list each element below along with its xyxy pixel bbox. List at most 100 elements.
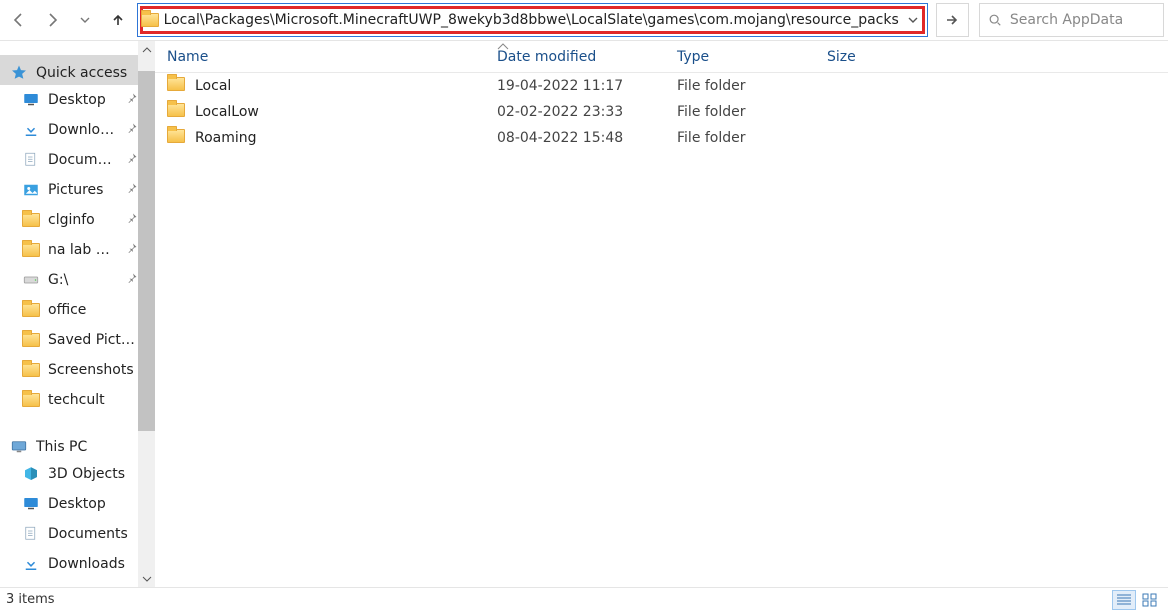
sidebar-item-label: Downloads <box>48 556 138 572</box>
sidebar-item-label: Documents <box>48 526 138 542</box>
view-large-icons-button[interactable] <box>1138 590 1162 610</box>
sidebar-item-label: Screenshots <box>48 362 138 378</box>
folder-icon <box>138 13 162 27</box>
desktop-icon <box>22 495 40 513</box>
sidebar-item[interactable]: office <box>0 295 138 325</box>
column-name[interactable]: Name <box>155 41 485 72</box>
file-date: 08-04-2022 15:48 <box>485 130 665 146</box>
search-icon <box>988 13 1002 27</box>
nav-scrollbar-thumb[interactable] <box>138 71 155 431</box>
folder-icon <box>22 391 40 409</box>
search-input[interactable]: Search AppData <box>979 3 1164 37</box>
folder-icon <box>167 129 185 147</box>
pin-icon <box>126 152 138 168</box>
sidebar-item[interactable]: techcult <box>0 385 138 415</box>
folder-icon <box>22 301 40 319</box>
recent-dropdown[interactable] <box>70 4 99 36</box>
sidebar-item[interactable]: Downloads <box>0 115 138 145</box>
address-bar[interactable]: Local\Packages\Microsoft.MinecraftUWP_8w… <box>137 3 928 37</box>
file-row[interactable]: Roaming08-04-2022 15:48File folder <box>155 125 1168 151</box>
sidebar-item[interactable]: clginfo <box>0 205 138 235</box>
sidebar-item[interactable]: Documents <box>0 519 138 549</box>
pin-icon <box>126 92 138 108</box>
sidebar-item[interactable]: Desktop <box>0 489 138 519</box>
up-button[interactable] <box>103 4 132 36</box>
sidebar-item-label: na lab exp <box>48 242 118 258</box>
back-button[interactable] <box>4 4 33 36</box>
nav-scroll-down[interactable] <box>138 570 155 587</box>
sidebar-item-label: Pictures <box>48 182 118 198</box>
status-bar: 3 items <box>0 587 1168 611</box>
column-size[interactable]: Size <box>815 41 935 72</box>
address-text: Local\Packages\Microsoft.MinecraftUWP_8w… <box>162 12 899 28</box>
pin-icon <box>126 212 138 228</box>
sidebar-item-label: 3D Objects <box>48 466 138 482</box>
this-pc-icon <box>10 438 28 456</box>
sidebar-item[interactable]: Documents <box>0 145 138 175</box>
documents-icon <box>22 151 40 169</box>
sidebar-item-label: Downloads <box>48 122 118 138</box>
file-date: 19-04-2022 11:17 <box>485 78 665 94</box>
file-type: File folder <box>665 104 815 120</box>
sidebar-item-label: Saved Pictures <box>48 332 138 348</box>
column-label: Date modified <box>497 49 596 65</box>
downloads-icon <box>22 121 40 139</box>
content-pane: Name Date modified Type Size Local19-04-… <box>155 41 1168 587</box>
navigation-pane: Quick access Desktop Downloads Documents Pi… <box>0 41 155 587</box>
file-type: File folder <box>665 130 815 146</box>
file-type: File folder <box>665 78 815 94</box>
folder-icon <box>22 361 40 379</box>
nav-scroll-up[interactable] <box>138 41 155 58</box>
quick-access-icon <box>10 64 28 82</box>
sidebar-item[interactable]: Saved Pictures <box>0 325 138 355</box>
view-details-button[interactable] <box>1112 590 1136 610</box>
drive-icon <box>22 271 40 289</box>
nav-quick-access[interactable]: Quick access <box>0 55 138 85</box>
sidebar-item[interactable]: Downloads <box>0 549 138 579</box>
column-label: Size <box>827 49 856 65</box>
pin-icon <box>126 272 138 288</box>
sidebar-item-label: office <box>48 302 138 318</box>
column-type[interactable]: Type <box>665 41 815 72</box>
sidebar-item[interactable]: 3D Objects <box>0 459 138 489</box>
file-name: LocalLow <box>195 104 259 120</box>
file-date: 02-02-2022 23:33 <box>485 104 665 120</box>
file-row[interactable]: Local19-04-2022 11:17File folder <box>155 73 1168 99</box>
column-date-modified[interactable]: Date modified <box>485 41 665 72</box>
address-history-dropdown[interactable] <box>899 14 927 26</box>
sort-indicator-icon <box>497 40 509 55</box>
folder-icon <box>22 211 40 229</box>
pictures-icon <box>22 181 40 199</box>
sidebar-item[interactable]: na lab exp <box>0 235 138 265</box>
sidebar-item[interactable]: Pictures <box>0 175 138 205</box>
pin-icon <box>126 182 138 198</box>
sidebar-item-label: G:\ <box>48 272 118 288</box>
folder-icon <box>22 331 40 349</box>
folder-icon <box>167 77 185 95</box>
sidebar-item[interactable]: G:\ <box>0 265 138 295</box>
file-row[interactable]: LocalLow 02-02-2022 23:33File folder <box>155 99 1168 125</box>
sidebar-item-label: Desktop <box>48 496 138 512</box>
column-label: Type <box>677 49 709 65</box>
forward-button[interactable] <box>37 4 66 36</box>
main: Quick access Desktop Downloads Documents Pi… <box>0 40 1168 587</box>
nav-this-pc[interactable]: This PC <box>0 429 138 459</box>
search-placeholder: Search AppData <box>1010 12 1123 28</box>
pin-icon <box>126 122 138 138</box>
sidebar-item-label: Documents <box>48 152 118 168</box>
objects3d-icon <box>22 465 40 483</box>
desktop-icon <box>22 91 40 109</box>
refresh-button[interactable] <box>936 3 969 37</box>
sidebar-item[interactable]: Screenshots <box>0 355 138 385</box>
sidebar-item[interactable]: Desktop <box>0 85 138 115</box>
column-label: Name <box>167 49 208 65</box>
documents-icon <box>22 525 40 543</box>
pin-icon <box>126 242 138 258</box>
folder-icon <box>167 103 185 121</box>
toolbar: Local\Packages\Microsoft.MinecraftUWP_8w… <box>0 0 1168 40</box>
folder-icon <box>22 241 40 259</box>
column-header: Name Date modified Type Size <box>155 41 1168 73</box>
sidebar-item-label: clginfo <box>48 212 118 228</box>
file-list[interactable]: Local19-04-2022 11:17File folderLocalLow… <box>155 73 1168 587</box>
nav-label: Quick access <box>36 65 138 81</box>
